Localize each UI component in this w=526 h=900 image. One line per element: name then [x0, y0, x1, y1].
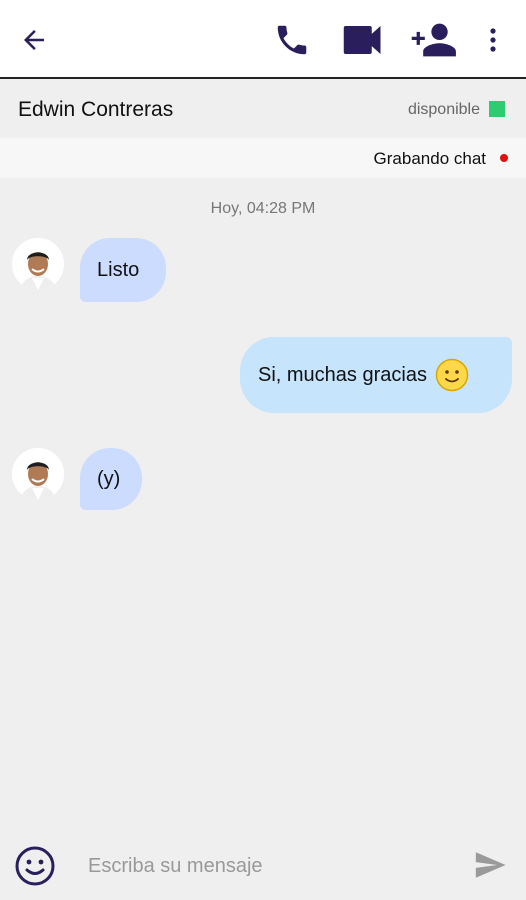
- contact-header: Edwin Contreras disponible: [0, 81, 526, 138]
- message-text: (y): [97, 467, 121, 490]
- avatar[interactable]: [12, 238, 64, 290]
- status-indicator: [489, 101, 505, 117]
- message-bubble-incoming[interactable]: Listo: [80, 238, 166, 302]
- message-text: Si, muchas gracias: [258, 363, 427, 386]
- slight-smile-emoji-icon: [435, 358, 469, 392]
- recording-banner: Grabando chat: [0, 138, 526, 178]
- send-icon[interactable]: [472, 848, 508, 882]
- smiley-icon[interactable]: [14, 845, 56, 887]
- avatar[interactable]: [12, 448, 64, 500]
- recording-label: Grabando chat: [373, 149, 486, 168]
- message-composer: [0, 830, 526, 900]
- contact-name[interactable]: Edwin Contreras: [18, 98, 173, 122]
- back-arrow-icon[interactable]: [14, 22, 54, 58]
- top-toolbar: [0, 0, 526, 79]
- message-bubble-incoming[interactable]: (y): [80, 448, 142, 510]
- add-user-icon[interactable]: [408, 20, 458, 60]
- phone-icon[interactable]: [270, 20, 314, 60]
- status-label: disponible: [407, 101, 480, 118]
- message-bubble-outgoing[interactable]: Si, muchas gracias: [240, 337, 512, 413]
- message-text: Listo: [97, 258, 140, 281]
- more-vertical-icon[interactable]: [478, 20, 508, 60]
- chat-timestamp: Hoy, 04:28 PM: [210, 200, 316, 217]
- video-camera-icon[interactable]: [340, 20, 386, 60]
- message-input[interactable]: [80, 848, 450, 884]
- recording-dot-icon: [500, 154, 508, 162]
